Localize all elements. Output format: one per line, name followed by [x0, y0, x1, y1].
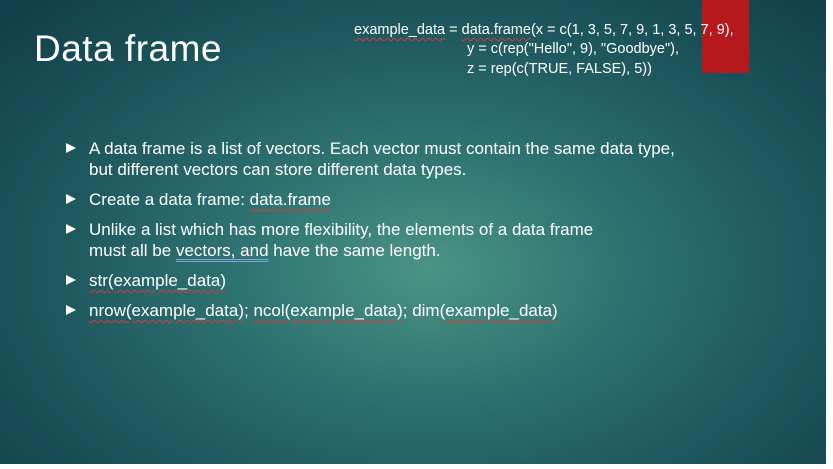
bullet-code: nrow [89, 301, 126, 320]
bullet-code: (example_data) [284, 301, 403, 320]
window-edge-bottom [0, 464, 833, 469]
code-fn-name: data.frame [461, 22, 531, 38]
bullet-text: Create a data frame: [89, 190, 250, 209]
code-assign: = [445, 22, 462, 38]
bullet-text: have the same length. [268, 241, 441, 260]
triangle-bullet-icon [66, 305, 76, 315]
slide-title[interactable]: Data frame [34, 28, 222, 70]
bullet-item: A data frame is a list of vectors. Each … [66, 138, 686, 180]
code-line-2: y = c(rep("Hello", 9), "Goodbye"), [467, 41, 679, 57]
bullet-text: Unlike a list which has more flexibility… [89, 220, 594, 239]
slide: Data frame example_data = data.frame(x =… [0, 0, 826, 464]
bullet-text: A data frame is a list of vectors. Each … [89, 139, 675, 179]
bullet-item: Create a data frame: data.frame [66, 189, 686, 210]
grammar-marked-text: vectors, and [175, 241, 269, 260]
bullet-code: ncol [253, 301, 285, 320]
code-args-x: (x = c(1, 3, 5, 7, 9, 1, 3, 5, 7, 9), [530, 22, 734, 38]
code-line-3: z = rep(c(TRUE, FALSE), 5)) [467, 61, 652, 77]
bullet-code: (example_data) [125, 301, 244, 320]
bullet-code: data.frame [249, 190, 331, 209]
bullet-text: must all be [89, 241, 176, 260]
triangle-bullet-icon [66, 143, 76, 153]
code-var-name: example_data [354, 22, 446, 38]
window-edge-right [826, 0, 833, 469]
bullet-code: (example_data) [107, 271, 227, 290]
triangle-bullet-icon [66, 275, 76, 285]
bullet-list[interactable]: A data frame is a list of vectors. Each … [66, 138, 686, 330]
code-line-1: example_data = data.frame(x = c(1, 3, 5,… [354, 22, 734, 38]
triangle-bullet-icon [66, 194, 76, 204]
triangle-bullet-icon [66, 224, 76, 234]
bullet-item: nrow(example_data); ncol(example_data); … [66, 300, 686, 321]
bullet-code: (example_data) [439, 301, 558, 320]
bullet-item: Unlike a list which has more flexibility… [66, 219, 686, 261]
bullet-code: str [89, 271, 108, 290]
bullet-text: ; dim [402, 301, 440, 320]
bullet-item: str(example_data) [66, 270, 686, 291]
